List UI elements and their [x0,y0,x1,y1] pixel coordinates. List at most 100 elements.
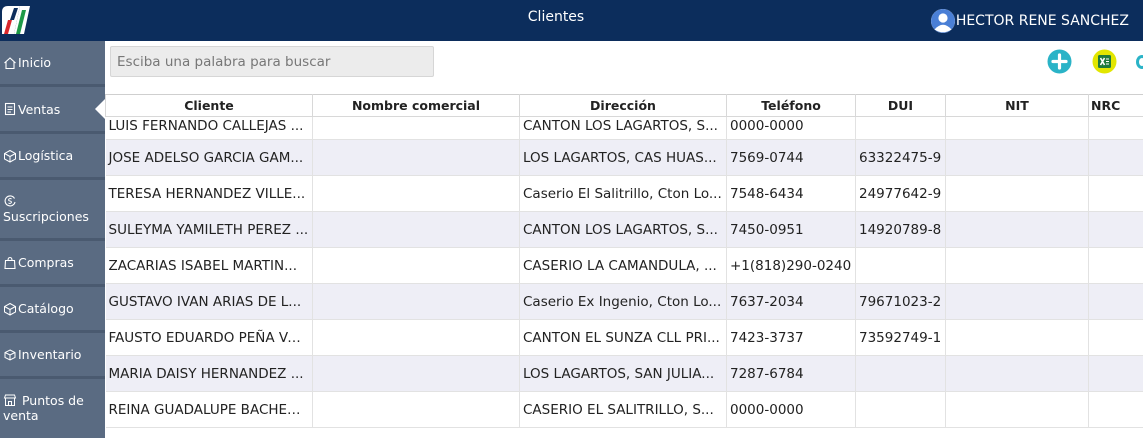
cell-nombre-comercial [312,211,520,248]
home-icon [4,56,16,69]
cell-nit [945,116,1089,140]
user-menu[interactable]: HECTOR RENE SANCHEZ [930,9,1129,33]
table-row[interactable]: TERESA HERNANDEZ VILLE... Caserio El Sal… [105,175,1143,212]
cell-telefono: 7569-0744 [726,139,856,176]
cell-cliente: MARIA DAISY HERNANDEZ ... [105,355,313,392]
sidebar: Inicio Ventas Logística Suscripciones Co… [0,41,105,438]
cell-telefono: 7287-6784 [726,355,856,392]
column-header-direccion[interactable]: Dirección [519,94,727,117]
user-name: HECTOR RENE SANCHEZ [955,13,1129,29]
cell-cliente: FAUSTO EDUARDO PEÑA VA... [105,319,313,356]
refresh-icon[interactable] [1136,55,1143,69]
cell-telefono: 0000-0000 [726,391,856,428]
cell-dui: 24977642-9 [855,175,946,212]
cell-direccion: Caserio Ex Ingenio, Cton Lo... [519,283,727,320]
table-row[interactable]: LUIS FERNANDO CALLEJAS ... CANTON LOS LA… [105,116,1143,140]
cell-nit [945,211,1089,248]
cell-nit [945,319,1089,356]
cell-telefono: 7637-2034 [726,283,856,320]
sidebar-item-label: Ventas [18,101,61,117]
cell-direccion: CANTON LOS LAGARTOS, S... [519,211,727,248]
box-icon [4,149,16,163]
column-header-nrc[interactable]: NRC [1088,94,1143,117]
cell-dui [855,247,946,284]
sidebar-item-puntos-de-venta[interactable]: Puntos de venta [0,379,105,438]
cell-direccion: CANTON EL SUNZA CLL PRI... [519,319,727,356]
sidebar-item-label: Suscripciones [3,209,89,224]
column-header-dui[interactable]: DUI [855,94,946,117]
table-row[interactable]: JOSE ADELSO GARCIA GAM... LOS LAGARTOS, … [105,139,1143,176]
cell-direccion: CASERIO LA CAMANDULA, ... [519,247,727,284]
cell-telefono: +1(818)290-0240 [726,247,856,284]
cell-nrc [1088,116,1143,140]
table-row[interactable]: REINA GUADALUPE BACHEZ... CASERIO EL SAL… [105,391,1143,428]
cell-direccion: LOS LAGARTOS, SAN JULIA... [519,355,727,392]
cell-dui [855,116,946,140]
plus-circle-icon[interactable] [1047,49,1072,74]
sidebar-item-catalogo[interactable]: Catálogo [0,287,105,330]
search-input[interactable] [110,46,434,77]
cell-nombre-comercial [312,319,520,356]
cell-dui: 73592749-1 [855,319,946,356]
cell-nit [945,247,1089,284]
table-row[interactable]: GUSTAVO IVAN ARIAS DE L... Caserio Ex In… [105,283,1143,320]
cell-nrc [1088,355,1143,392]
cell-nit [945,139,1089,176]
cell-direccion: LOS LAGARTOS, CAS HUAS... [519,139,727,176]
cell-cliente: JOSE ADELSO GARCIA GAM... [105,139,313,176]
cell-cliente: LUIS FERNANDO CALLEJAS ... [105,116,313,140]
cell-nrc [1088,319,1143,356]
sidebar-item-inicio[interactable]: Inicio [0,41,105,84]
column-header-nombre-comercial[interactable]: Nombre comercial [312,94,520,117]
sidebar-item-logistica[interactable]: Logística [0,134,105,177]
column-header-cliente[interactable]: Cliente [105,94,313,117]
table-row[interactable]: MARIA DAISY HERNANDEZ ... LOS LAGARTOS, … [105,355,1143,392]
cell-telefono: 7450-0951 [726,211,856,248]
cell-nrc [1088,139,1143,176]
sidebar-item-compras[interactable]: Compras [0,241,105,284]
table-row[interactable]: ZACARIAS ISABEL MARTIN... CASERIO LA CAM… [105,247,1143,284]
sidebar-item-label: Catálogo [18,301,74,316]
sidebar-item-ventas[interactable]: Ventas [0,87,105,131]
cell-direccion: CASERIO EL SALITRILLO, S... [519,391,727,428]
boxes-icon [4,348,16,361]
cell-cliente: SULEYMA YAMILETH PEREZ ... [105,211,313,248]
shopping-bag-icon [4,256,16,269]
cell-nit [945,355,1089,392]
top-bar: Clientes HECTOR RENE SANCHEZ [0,0,1143,41]
cell-nombre-comercial [312,391,520,428]
table-header-row: Cliente Nombre comercial Dirección Teléf… [105,94,1143,117]
cell-nombre-comercial [312,247,520,284]
cell-nombre-comercial [312,175,520,212]
column-header-telefono[interactable]: Teléfono [726,94,856,117]
cell-cliente: ZACARIAS ISABEL MARTIN... [105,247,313,284]
receipt-icon [4,102,16,116]
table-row[interactable]: SULEYMA YAMILETH PEREZ ... CANTON LOS LA… [105,211,1143,248]
cell-telefono: 7423-3737 [726,319,856,356]
excel-export-icon[interactable] [1092,49,1117,74]
sidebar-item-label: Inicio [18,55,52,70]
sidebar-item-inventario[interactable]: Inventario [0,333,105,376]
cell-nrc [1088,283,1143,320]
cell-nombre-comercial [312,283,520,320]
sidebar-item-label: Inventario [18,347,82,362]
cell-telefono: 7548-6434 [726,175,856,212]
cell-telefono: 0000-0000 [726,116,856,140]
cell-nit [945,391,1089,428]
cell-nombre-comercial [312,139,520,176]
cell-nombre-comercial [312,355,520,392]
column-header-nit[interactable]: NIT [945,94,1089,117]
cell-dui [855,391,946,428]
cell-nombre-comercial [312,116,520,140]
cell-nrc [1088,391,1143,428]
table-row[interactable]: FAUSTO EDUARDO PEÑA VA... CANTON EL SUNZ… [105,319,1143,356]
cell-nrc [1088,175,1143,212]
cell-dui: 63322475-9 [855,139,946,176]
cell-direccion: CANTON LOS LAGARTOS, S... [519,116,727,140]
store-icon [3,394,17,406]
sidebar-item-suscripciones[interactable]: Suscripciones [0,180,105,238]
cell-cliente: GUSTAVO IVAN ARIAS DE L... [105,283,313,320]
cell-nrc [1088,247,1143,284]
clients-table: Cliente Nombre comercial Dirección Teléf… [105,94,1143,438]
sidebar-item-label: Logística [18,148,74,163]
